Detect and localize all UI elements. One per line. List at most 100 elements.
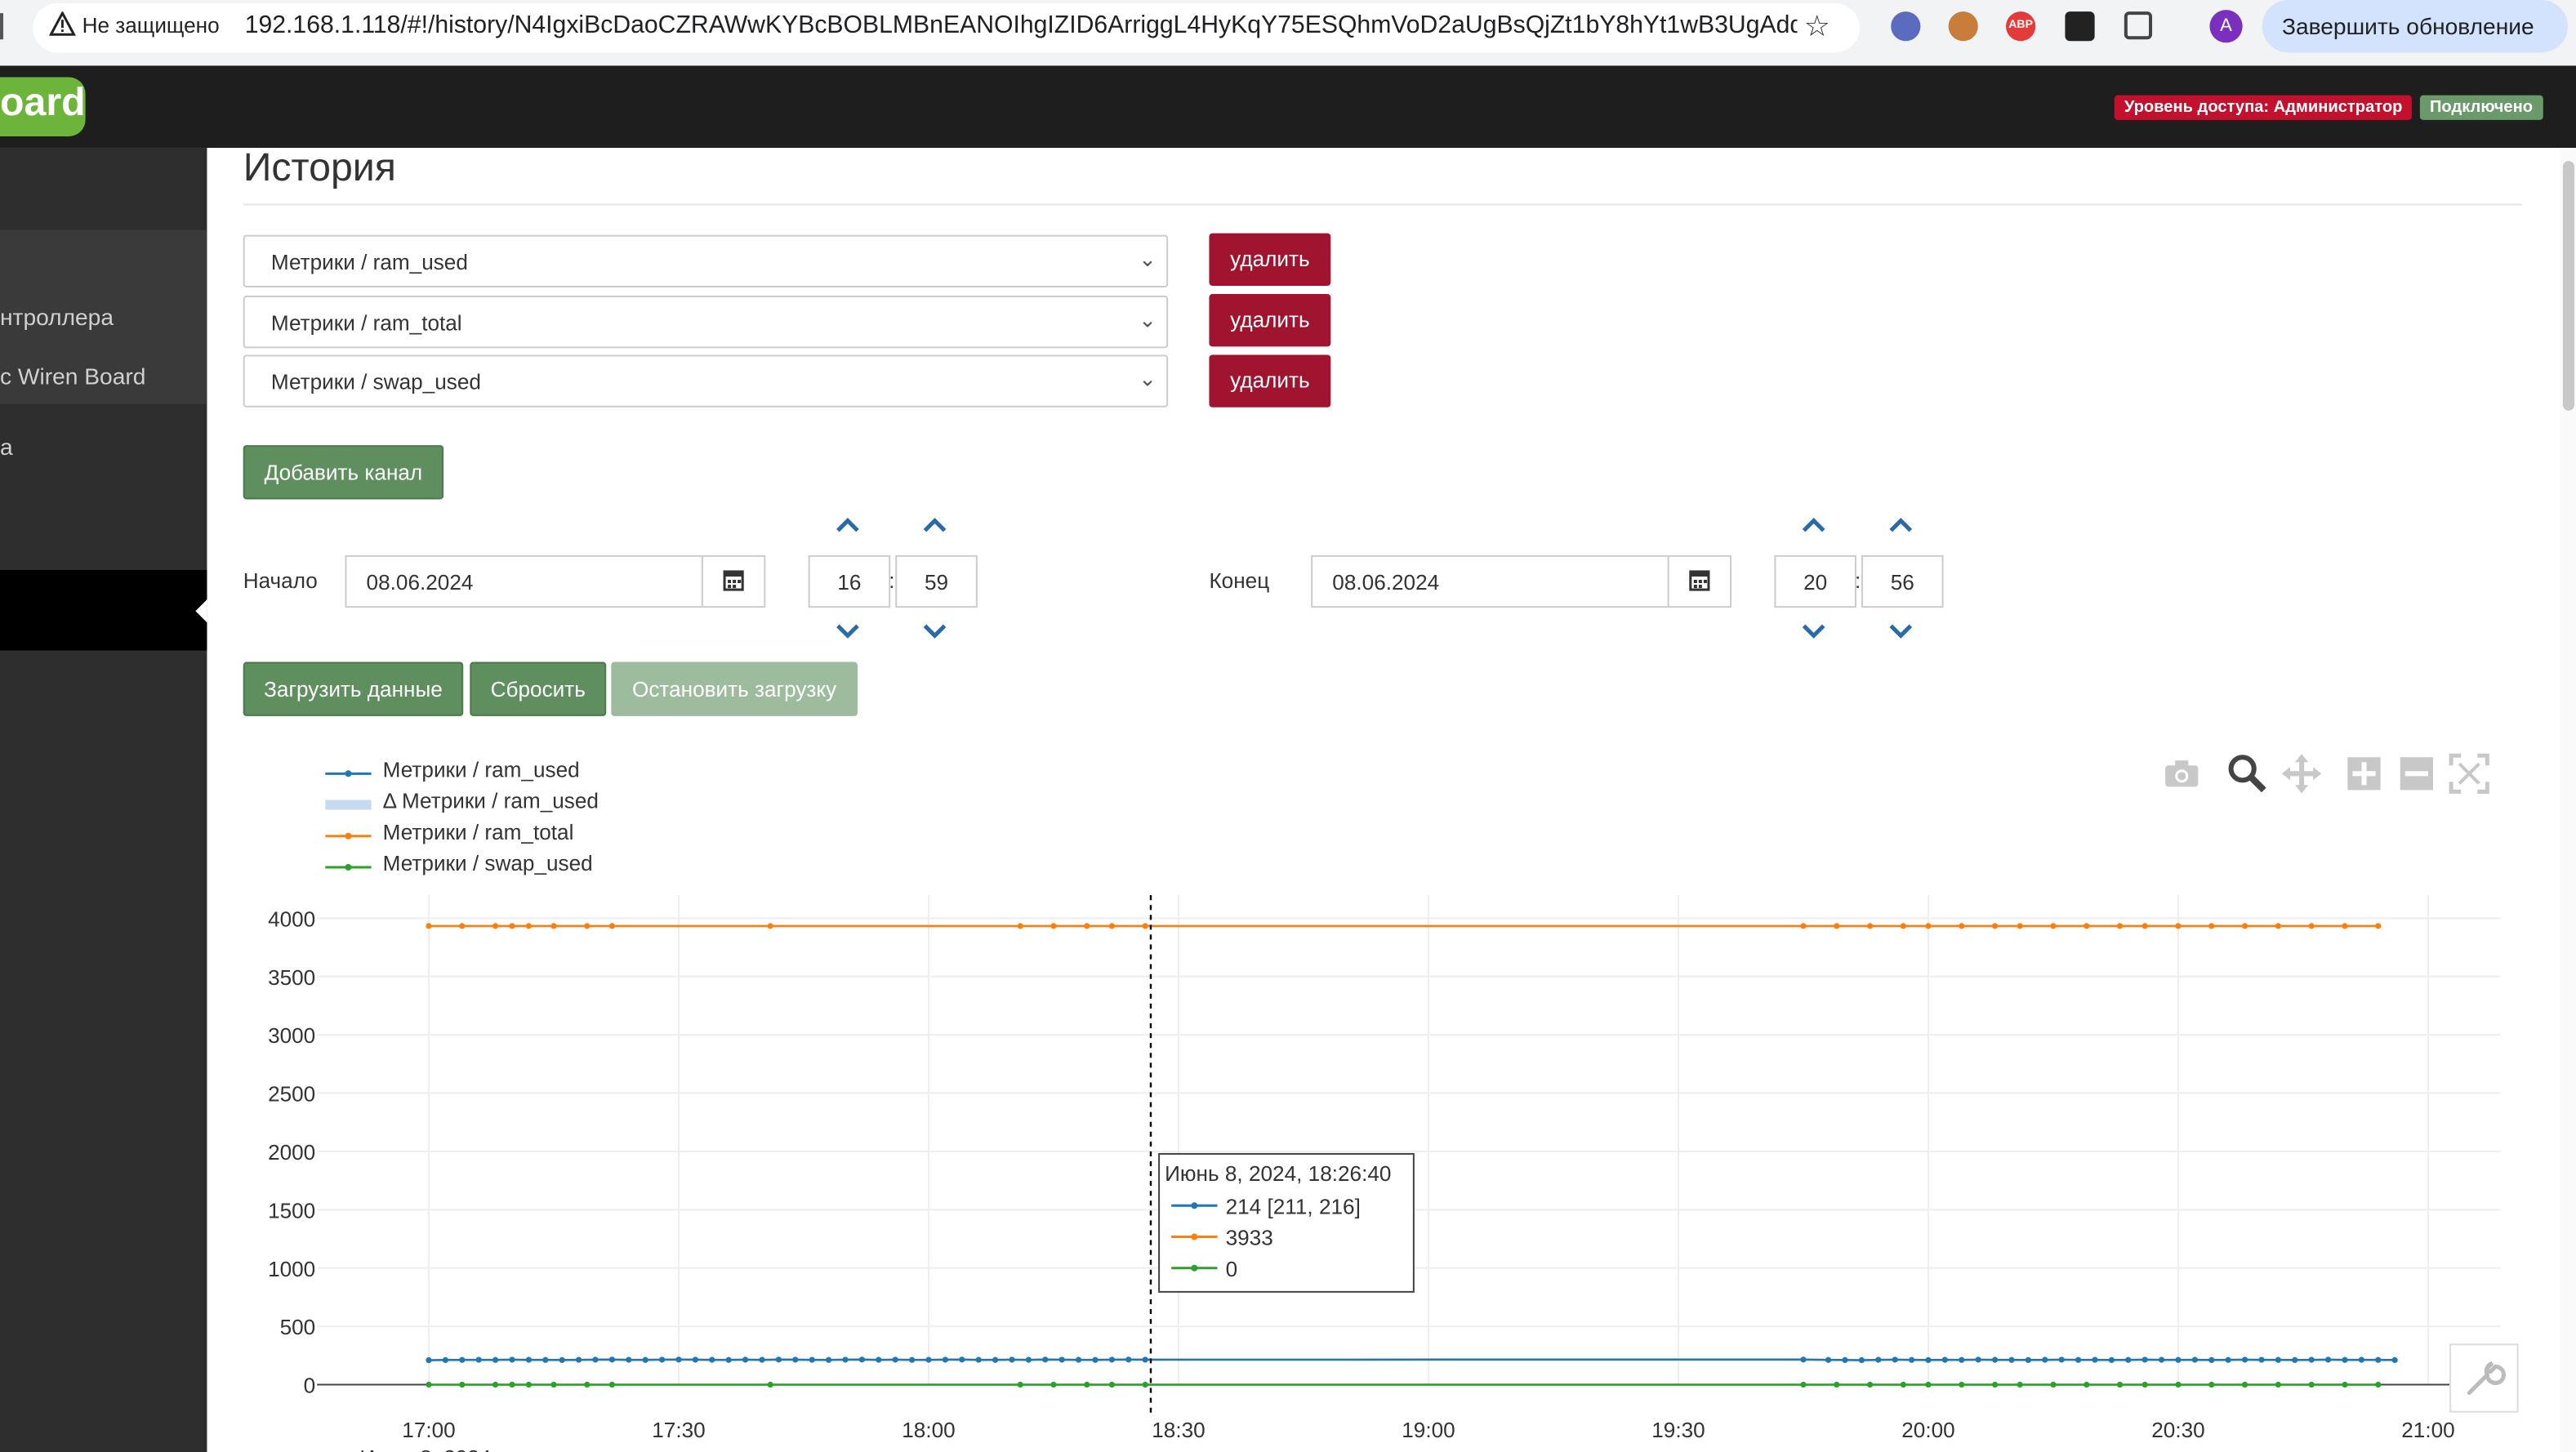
legend-item[interactable]: Метрики / ram_total	[383, 820, 574, 844]
data-point	[2175, 1356, 2182, 1363]
data-point	[1941, 1356, 1948, 1363]
autoscale-icon[interactable]	[2448, 752, 2490, 795]
minute-up-chevron-icon[interactable]	[921, 518, 947, 534]
y-tick-label: 0	[304, 1374, 316, 1398]
data-point	[2008, 1356, 2015, 1363]
load-data-button[interactable]: Загрузить данные	[243, 661, 464, 716]
series-line	[428, 1358, 2396, 1361]
channel-select-3[interactable]: Метрики / swap_used ⌄	[243, 354, 1169, 408]
data-point	[2375, 1381, 2382, 1388]
minute-down-chevron-icon[interactable]	[921, 622, 947, 639]
data-point	[492, 1381, 499, 1388]
zoom-in-icon[interactable]	[2346, 755, 2382, 791]
extension-globe-icon[interactable]	[1891, 11, 1921, 42]
pan-icon[interactable]	[2280, 752, 2323, 795]
data-point	[1842, 1356, 1848, 1364]
minute-down-chevron-icon[interactable]	[1887, 622, 1914, 639]
data-point	[1050, 1381, 1057, 1388]
data-point	[2241, 923, 2248, 929]
legend-item[interactable]: Δ Метрики / ram_used	[383, 788, 599, 813]
warning-icon[interactable]	[49, 11, 76, 38]
stop-loading-button[interactable]: Остановить загрузку	[611, 661, 858, 716]
channel-select-1[interactable]: Метрики / ram_used ⌄	[243, 234, 1169, 287]
end-minute-input[interactable]: 56	[1861, 555, 1944, 608]
hour-up-chevron-icon[interactable]	[1801, 518, 1827, 534]
end-hour-input[interactable]: 20	[1774, 555, 1856, 608]
channel-select-value: Метрики / ram_used	[270, 249, 468, 274]
tooltip-row: 214 [211, 216]	[1225, 1194, 1361, 1219]
zoom-out-icon[interactable]	[2399, 755, 2435, 791]
data-point	[2208, 923, 2215, 929]
delete-channel-button[interactable]: удалить	[1209, 354, 1331, 408]
url-text[interactable]: 192.168.1.118/#!/history/N4IgxiBcDaoCZRA…	[245, 11, 1798, 39]
extension-cookie-icon[interactable]	[1948, 11, 1978, 42]
start-hour-input[interactable]: 16	[808, 555, 891, 608]
sidebar-item-other[interactable]: а	[0, 434, 13, 460]
data-point	[2175, 923, 2182, 929]
data-point	[2042, 1356, 2048, 1363]
data-point	[2050, 923, 2057, 929]
start-minute-input[interactable]: 59	[895, 555, 978, 608]
data-point	[492, 923, 499, 929]
settings-wrench-button[interactable]	[2449, 1343, 2519, 1413]
hour-down-chevron-icon[interactable]	[835, 622, 861, 639]
profile-avatar[interactable]: A	[2209, 10, 2243, 43]
data-point	[1800, 923, 1807, 929]
delete-channel-button[interactable]: удалить	[1209, 233, 1331, 286]
data-point	[2025, 1356, 2031, 1364]
data-point	[2141, 1381, 2148, 1388]
legend-item[interactable]: Метрики / swap_used	[383, 851, 593, 875]
zoom-icon[interactable]	[2226, 752, 2269, 795]
data-point	[959, 1356, 965, 1363]
extension-abp-icon[interactable]: ABP	[2006, 11, 2036, 42]
data-point	[1991, 923, 1999, 929]
y-tick-label: 3500	[268, 965, 315, 990]
data-point	[2208, 1356, 2215, 1364]
data-point	[1084, 923, 1090, 929]
extension-paw-icon[interactable]	[2065, 11, 2095, 42]
data-point	[2084, 923, 2090, 929]
bookmark-star-icon[interactable]: ☆	[1804, 10, 1830, 44]
camera-icon[interactable]	[2162, 755, 2201, 791]
reset-button[interactable]: Сбросить	[470, 661, 607, 716]
data-point	[626, 1356, 632, 1363]
data-point	[2092, 1356, 2098, 1363]
logo-text: oard	[0, 80, 86, 125]
data-point	[442, 1356, 449, 1364]
extensions-puzzle-icon[interactable]	[2124, 11, 2153, 40]
data-point	[584, 923, 591, 929]
data-point	[2391, 1356, 2398, 1364]
y-tick-label: 2000	[268, 1140, 315, 1165]
data-point	[2241, 1381, 2248, 1388]
data-point	[509, 923, 515, 929]
sidebar-item-wiren-board[interactable]: c Wiren Board	[0, 363, 145, 389]
start-date-input[interactable]: 08.06.2024	[345, 555, 703, 608]
data-point	[509, 1356, 515, 1363]
data-point	[876, 1356, 882, 1363]
data-point	[809, 1356, 815, 1363]
data-point	[1092, 1356, 1099, 1363]
hour-down-chevron-icon[interactable]	[1801, 622, 1827, 639]
data-point	[1025, 1356, 1032, 1363]
y-tick-label: 3000	[268, 1023, 315, 1048]
end-date-input[interactable]: 08.06.2024	[1311, 555, 1669, 608]
delete-channel-button[interactable]: удалить	[1209, 294, 1331, 347]
hour-up-chevron-icon[interactable]	[835, 518, 861, 534]
wrench-icon	[2467, 1361, 2506, 1396]
sidebar-item-history-active[interactable]	[0, 569, 207, 651]
chart-modebar	[2155, 749, 2500, 798]
data-point	[2375, 923, 2382, 929]
scrollbar-thumb[interactable]	[2562, 161, 2574, 411]
channel-select-2[interactable]: Метрики / ram_total ⌄	[243, 296, 1169, 349]
security-label[interactable]: Не защищено	[82, 13, 220, 38]
calendar-icon	[723, 570, 744, 591]
sidebar-item-controller[interactable]: нтроллера	[0, 304, 114, 330]
start-calendar-button[interactable]	[701, 555, 766, 608]
x-date-label: Июнь 8, 2024	[360, 1445, 492, 1452]
legend-item[interactable]: Метрики / ram_used	[383, 757, 580, 782]
add-channel-button[interactable]: Добавить канал	[243, 445, 444, 500]
data-point	[2116, 923, 2124, 929]
data-point	[942, 1356, 949, 1363]
end-calendar-button[interactable]	[1667, 555, 1732, 608]
minute-up-chevron-icon[interactable]	[1887, 518, 1914, 534]
